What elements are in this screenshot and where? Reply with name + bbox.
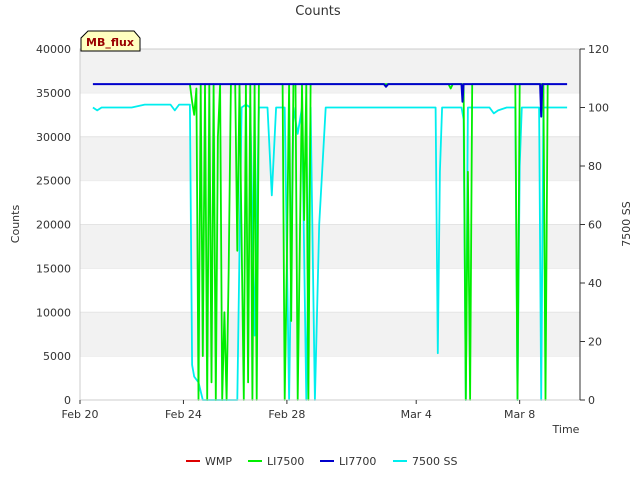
legend: WMP LI7500 LI7700 7500 SS (186, 455, 457, 468)
grid-band (80, 49, 580, 93)
grid-band (80, 312, 580, 357)
site-tag: MB_flux (80, 30, 141, 52)
legend-label: WMP (205, 455, 232, 468)
y-tick-label: 25000 (36, 175, 71, 188)
grid-band (80, 136, 580, 181)
counts-chart: Counts 0 5000 10000 15000 20000 25000 30000 350… (9, 4, 633, 468)
legend-item-wmp: WMP (186, 455, 232, 468)
chart-title: Counts (295, 4, 341, 19)
x-axis: Feb 20 Feb 24 Feb 28 Mar 4 Mar 8 (62, 400, 535, 421)
y2-tick-label: 0 (588, 394, 595, 407)
y-tick-label: 40000 (36, 43, 71, 56)
y2-tick-label: 40 (588, 277, 602, 290)
y-tick-label: 30000 (36, 131, 71, 144)
grid-band (80, 224, 580, 269)
y-tick-label: 0 (64, 394, 71, 407)
x-tick-label: Feb 20 (62, 408, 99, 421)
y2-tick-label: 60 (588, 219, 602, 232)
y-tick-label: 20000 (36, 219, 71, 232)
y-axis-left: 0 5000 10000 15000 20000 25000 30000 35000 40000 (36, 43, 71, 407)
y2-tick-label: 80 (588, 160, 602, 173)
y-axis-right: 0 20 40 60 80 100 120 (579, 43, 609, 407)
legend-item-7500-ss: 7500 SS (393, 455, 457, 468)
grid-bands (80, 48, 580, 357)
legend-label: 7500 SS (412, 455, 457, 468)
y2-axis-label: 7500 SS (620, 201, 633, 246)
x-tick-label: Mar 4 (401, 408, 432, 421)
y-axis-label: Counts (9, 205, 22, 244)
x-tick-label: Feb 24 (165, 408, 202, 421)
y-tick-label: 10000 (36, 306, 71, 319)
y2-tick-label: 100 (588, 102, 609, 115)
legend-item-li7500: LI7500 (248, 455, 304, 468)
x-tick-label: Feb 28 (268, 408, 305, 421)
legend-label: LI7500 (267, 455, 304, 468)
y2-tick-label: 120 (588, 43, 609, 56)
legend-item-li7700: LI7700 (320, 455, 376, 468)
y2-tick-label: 20 (588, 336, 602, 349)
site-tag-text: MB_flux (86, 36, 134, 49)
y-tick-label: 15000 (36, 262, 71, 275)
y-tick-label: 5000 (43, 350, 71, 363)
x-tick-label: Mar 8 (504, 408, 535, 421)
legend-label: LI7700 (339, 455, 376, 468)
y-tick-label: 35000 (36, 87, 71, 100)
x-axis-label: Time (552, 423, 580, 436)
